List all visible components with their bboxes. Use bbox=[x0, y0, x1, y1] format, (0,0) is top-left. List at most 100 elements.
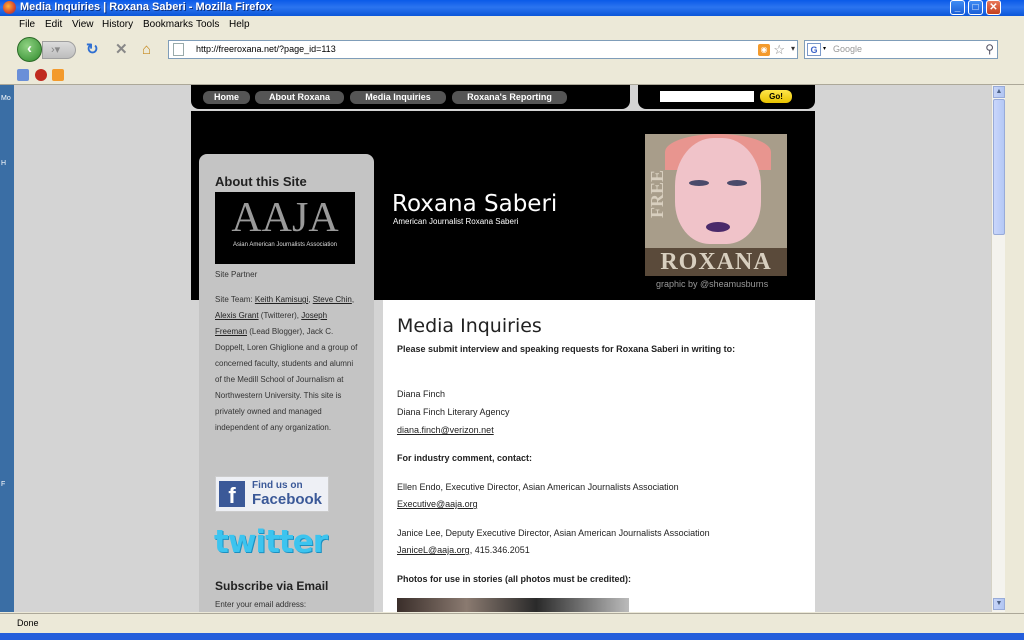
email-label: Enter your email address: bbox=[215, 600, 307, 609]
contact3-title: Janice Lee, Deputy Executive Director, A… bbox=[397, 528, 710, 538]
team-link-keith-kamisugi[interactable]: Keith Kamisugi bbox=[255, 295, 308, 304]
scroll-down-arrow-icon[interactable]: ▼ bbox=[993, 598, 1005, 610]
contact1-email-link[interactable]: diana.finch@verizon.net bbox=[397, 422, 494, 439]
contact3-email-link[interactable]: JaniceL@aaja.org bbox=[397, 545, 470, 555]
bookmark-icon-2[interactable] bbox=[35, 69, 47, 81]
poster-name-text: ROXANA bbox=[645, 248, 787, 276]
team-separator: , bbox=[351, 295, 355, 304]
photos-heading: Photos for use in stories (all photos mu… bbox=[397, 574, 632, 584]
menu-view[interactable]: View bbox=[72, 19, 94, 30]
bookmark-rss-icon[interactable] bbox=[52, 69, 64, 81]
menu-history[interactable]: History bbox=[102, 19, 133, 30]
team-description: (Lead Blogger), Jack C. Doppelt, Loren G… bbox=[215, 327, 358, 432]
bookmark-star-icon[interactable]: ☆ bbox=[773, 42, 785, 57]
google-engine-icon[interactable]: G bbox=[807, 43, 821, 56]
contact3-phone: , 415.346.2051 bbox=[469, 545, 530, 555]
contact2-title: Ellen Endo, Executive Director, Asian Am… bbox=[397, 482, 679, 492]
menu-bar: File Edit View History Bookmarks Tools H… bbox=[0, 17, 1024, 33]
vertical-scrollbar[interactable]: ▲ ▼ bbox=[991, 85, 1005, 612]
nav-roxanas-reporting[interactable]: Roxana's Reporting bbox=[452, 91, 567, 104]
nav-about-roxana[interactable]: About Roxana bbox=[255, 91, 344, 104]
menu-file[interactable]: File bbox=[19, 19, 35, 30]
aaja-logo-text: AAJA bbox=[231, 195, 339, 241]
maximize-button[interactable]: □ bbox=[968, 0, 983, 15]
site-search-go-button[interactable]: Go! bbox=[760, 90, 792, 103]
window-title: Media Inquiries | Roxana Saberi - Mozill… bbox=[20, 1, 272, 13]
facebook-badge[interactable]: f Find us on Facebook bbox=[215, 476, 329, 512]
status-text: Done bbox=[17, 618, 39, 628]
desktop-edge: Mo H F bbox=[0, 85, 14, 612]
subscribe-heading: Subscribe via Email bbox=[215, 579, 329, 593]
poster-right-eye bbox=[727, 180, 747, 186]
page-viewport: Home About Roxana Media Inquiries Roxana… bbox=[14, 85, 991, 612]
team-link-alexis-grant[interactable]: Alexis Grant bbox=[215, 311, 259, 320]
scroll-up-arrow-icon[interactable]: ▲ bbox=[993, 86, 1005, 98]
contact2-email-link[interactable]: Executive@aaja.org bbox=[397, 496, 478, 513]
site-search-bar: Go! bbox=[638, 85, 815, 109]
url-bar[interactable]: http://freeroxana.net/?page_id=113 ◉ ☆ ▾ bbox=[168, 40, 798, 59]
reload-icon[interactable]: ↻ bbox=[86, 42, 99, 57]
story-photo[interactable] bbox=[397, 598, 629, 612]
bookmarks-toolbar bbox=[0, 66, 1024, 85]
search-placeholder: Google bbox=[833, 44, 863, 54]
contact3-line: JaniceL@aaja.org, 415.346.2051 bbox=[397, 542, 530, 559]
search-icon[interactable]: ⚲ bbox=[985, 42, 994, 57]
poster-free-text: FREE bbox=[647, 170, 667, 219]
title-bar: Media Inquiries | Roxana Saberi - Mozill… bbox=[0, 0, 1024, 16]
site-title[interactable]: Roxana Saberi bbox=[392, 191, 557, 217]
url-text[interactable]: http://freeroxana.net/?page_id=113 bbox=[196, 44, 336, 54]
team-twitterer-text: (Twitterer), bbox=[258, 311, 302, 320]
close-button[interactable]: ✕ bbox=[986, 0, 1001, 15]
site-team-label: Site Team: bbox=[215, 295, 253, 304]
nav-home[interactable]: Home bbox=[203, 91, 250, 104]
firefox-icon bbox=[3, 1, 16, 14]
main-content: Media Inquiries Please submit interview … bbox=[383, 300, 815, 612]
page-title: Media Inquiries bbox=[397, 315, 542, 337]
scroll-thumb[interactable] bbox=[993, 99, 1005, 235]
site-search-input[interactable] bbox=[660, 91, 754, 102]
graphic-credit: graphic by @sheamusburns bbox=[656, 279, 769, 289]
engine-dropdown-icon[interactable]: ▾ bbox=[823, 45, 826, 52]
twitter-badge[interactable]: twitter bbox=[214, 524, 328, 560]
site-nav-bar: Home About Roxana Media Inquiries Roxana… bbox=[191, 85, 630, 109]
stop-icon[interactable]: ✕ bbox=[115, 42, 128, 57]
aaja-logo-subtext: Asian American Journalists Association bbox=[232, 242, 338, 248]
industry-heading: For industry comment, contact: bbox=[397, 453, 533, 463]
intro-bold: Please submit interview and speaking req… bbox=[397, 344, 736, 354]
rss-feed-icon[interactable]: ◉ bbox=[758, 44, 770, 56]
search-box[interactable]: G ▾ Google ⚲ bbox=[804, 40, 998, 59]
nav-media-inquiries[interactable]: Media Inquiries bbox=[350, 91, 446, 104]
edge-label-3: F bbox=[1, 481, 6, 488]
contact1-agency: Diana Finch Literary Agency bbox=[397, 407, 510, 417]
url-dropdown-icon[interactable]: ▾ bbox=[791, 44, 795, 53]
site-subtitle: American Journalist Roxana Saberi bbox=[393, 217, 519, 226]
back-button[interactable]: ‹ bbox=[17, 37, 42, 62]
edge-label-1: Mo bbox=[1, 95, 11, 102]
firefox-window: Media Inquiries | Roxana Saberi - Mozill… bbox=[0, 0, 1024, 640]
bookmark-icon-1[interactable] bbox=[17, 69, 29, 81]
facebook-icon: f bbox=[219, 481, 245, 508]
menu-help[interactable]: Help bbox=[229, 19, 250, 30]
poster-left-eye bbox=[689, 180, 709, 186]
contact1-name: Diana Finch bbox=[397, 389, 446, 399]
free-roxana-poster: FREE ROXANA bbox=[645, 134, 787, 276]
poster-lips bbox=[706, 222, 730, 232]
facebook-line1: Find us on bbox=[252, 480, 303, 491]
home-icon[interactable]: ⌂ bbox=[142, 42, 151, 57]
forward-button[interactable]: ›▾ bbox=[42, 41, 76, 59]
team-link-steve-chin[interactable]: Steve Chin bbox=[313, 295, 352, 304]
sidebar: About this Site AAJA Asian American Jour… bbox=[199, 154, 374, 612]
facebook-line2: Facebook bbox=[252, 491, 323, 508]
status-bar: Done bbox=[0, 613, 1024, 634]
navigation-toolbar: ‹ ›▾ ↻ ✕ ⌂ http://freeroxana.net/?page_i… bbox=[0, 34, 1024, 64]
sidebar-heading: About this Site bbox=[215, 174, 307, 189]
menu-edit[interactable]: Edit bbox=[45, 19, 62, 30]
site-partner-label: Site Partner bbox=[215, 270, 258, 279]
site-team-text: Site Team: Keith Kamisugi, Steve Chin, A… bbox=[215, 292, 360, 436]
menu-tools[interactable]: Tools bbox=[196, 19, 219, 30]
taskbar-edge bbox=[0, 633, 1024, 640]
menu-bookmarks[interactable]: Bookmarks bbox=[143, 19, 193, 30]
minimize-button[interactable]: _ bbox=[950, 0, 965, 15]
aaja-logo[interactable]: AAJA Asian American Journalists Associat… bbox=[215, 192, 355, 264]
intro-text: Please submit interview and speaking req… bbox=[397, 341, 797, 358]
